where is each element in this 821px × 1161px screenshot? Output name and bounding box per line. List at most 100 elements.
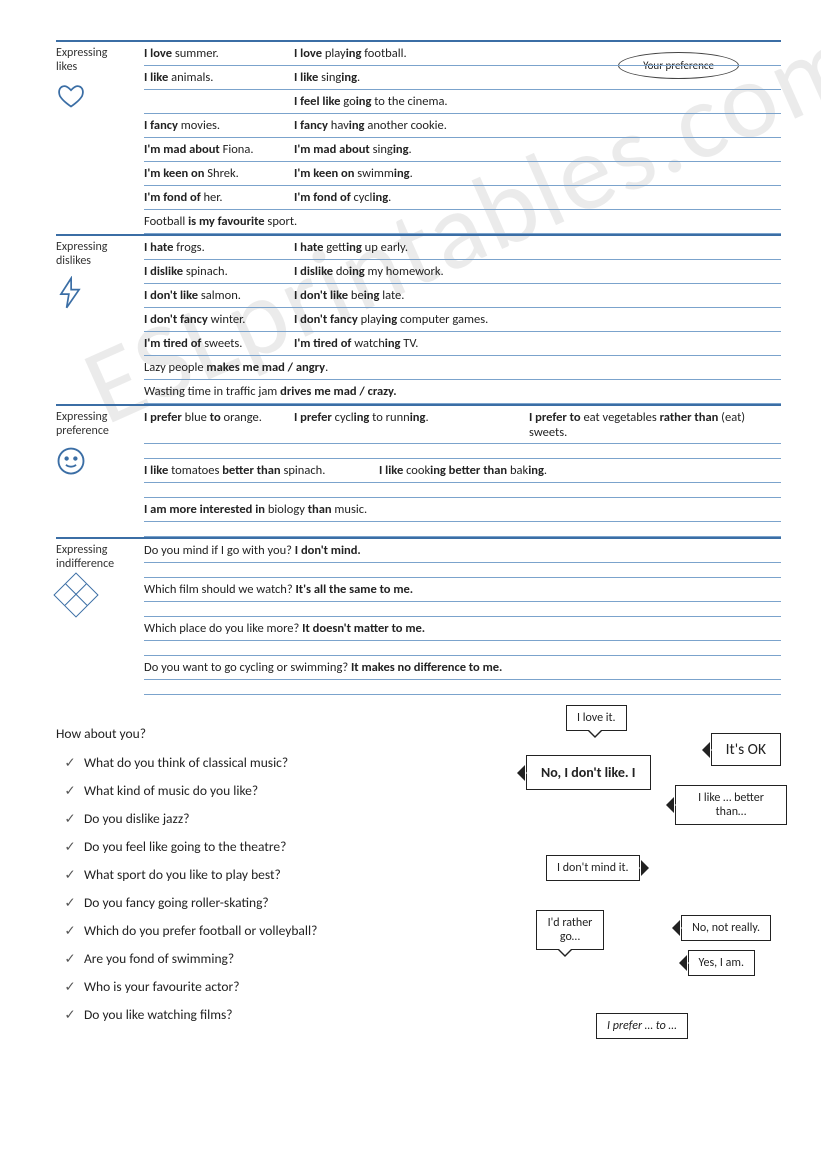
- text: I love: [294, 46, 325, 61]
- text: .: [409, 142, 412, 157]
- question-text: Who is your favourite actor?: [84, 978, 240, 995]
- section-label: Expressingindifference: [56, 539, 144, 695]
- list-item: ✓Which do you prefer football or volleyb…: [56, 922, 446, 939]
- table-row: I don't fancy winter.I don't fancy playi…: [144, 308, 781, 332]
- text: .: [357, 70, 360, 85]
- text: ing: [394, 166, 410, 181]
- text: up early.: [362, 240, 408, 255]
- question-text: What sport do you like to play best?: [84, 866, 281, 883]
- table-row: I feel like going to the cinema.: [144, 90, 781, 114]
- text: It doesn't matter to me.: [302, 621, 425, 636]
- text: I'm fond of: [294, 190, 353, 205]
- list-item: ✓What sport do you like to play best?: [56, 866, 446, 883]
- text: go: [343, 94, 355, 109]
- table-row: I fancy movies.I fancy having another co…: [144, 114, 781, 138]
- table-cell: I love playing football.: [294, 46, 781, 62]
- table-row: Which film should we watch? It's all the…: [144, 578, 781, 602]
- text: I don't like: [144, 288, 201, 303]
- text: computer games.: [397, 312, 488, 327]
- text: cycl: [335, 410, 354, 425]
- table-row: Do you want to go cycling or swimming? I…: [144, 656, 781, 680]
- text: ing: [349, 264, 365, 279]
- list-item: ✓What kind of music do you like?: [56, 782, 446, 799]
- text: cycl: [353, 190, 372, 205]
- text: gett: [326, 240, 346, 255]
- table-row: Football is my favourite sport.: [144, 210, 781, 234]
- gap-row: [144, 444, 781, 459]
- check-icon: ✓: [56, 866, 84, 883]
- text: winter.: [211, 312, 246, 327]
- text: movies.: [181, 118, 220, 133]
- table-row: I love summer. I love playing football.: [144, 42, 781, 66]
- text: I'm mad about: [294, 142, 373, 157]
- text: Shrek.: [207, 166, 239, 181]
- bubble-its-ok: It's OK: [711, 733, 781, 766]
- question-text: Do you like watching films?: [84, 1006, 233, 1023]
- list-item: ✓Do you feel like going to the theatre?: [56, 838, 446, 855]
- text: I like: [144, 463, 171, 478]
- text: makes me mad / angry: [206, 360, 325, 375]
- text: I fancy: [294, 118, 331, 133]
- table-cell: I hate frogs.: [144, 240, 294, 256]
- check-icon: ✓: [56, 782, 84, 799]
- text: Do you want to go cycling or swimming?: [144, 660, 351, 675]
- section: ExpressingdislikesI hate frogs.I hate ge…: [56, 234, 781, 404]
- text: I'm fond of: [144, 190, 203, 205]
- text: I don't fancy: [144, 312, 211, 327]
- list-item: ✓Are you fond of swimming?: [56, 950, 446, 967]
- check-icon: ✓: [56, 950, 84, 967]
- text: than: [308, 502, 332, 517]
- text: I feel like: [294, 94, 343, 109]
- text: to: [210, 410, 221, 425]
- text: football.: [361, 46, 406, 61]
- question-text: Do you fancy going roller-skating?: [84, 894, 269, 911]
- text: I like: [294, 70, 321, 85]
- table-cell: I'm mad about singing.: [294, 142, 781, 158]
- section-label: Expressingpreference: [56, 406, 144, 537]
- text: to the cinema.: [371, 94, 447, 109]
- text: .: [425, 410, 428, 425]
- text: swimm: [357, 166, 394, 181]
- table-row: I prefer blue to orange.I prefer cycling…: [144, 406, 781, 444]
- table-cell: I like animals.: [144, 70, 294, 86]
- questions-title: How about you?: [56, 725, 446, 742]
- text: I'm mad about: [144, 142, 223, 157]
- text: better than: [222, 463, 280, 478]
- text: orange.: [221, 410, 262, 425]
- table-cell: I like cooking better than baking.: [379, 463, 781, 479]
- questions-area: How about you? ✓What do you think of cla…: [56, 725, 781, 1034]
- table-row: Do you mind if I go with you? I don't mi…: [144, 539, 781, 563]
- text: Fiona.: [223, 142, 254, 157]
- table-cell: I'm fond of cycling.: [294, 190, 781, 206]
- table-cell: I dislike doing my homework.: [294, 264, 781, 280]
- text: .: [388, 190, 391, 205]
- list-item: ✓Who is your favourite actor?: [56, 978, 446, 995]
- text: frogs.: [176, 240, 205, 255]
- text: Which film should we watch?: [144, 582, 295, 597]
- table-cell: I don't fancy winter.: [144, 312, 294, 328]
- text: ing: [356, 94, 372, 109]
- table-cell: I don't like salmon.: [144, 288, 294, 304]
- text: I don't mind.: [295, 543, 361, 558]
- table-cell: I don't fancy playing computer games.: [294, 312, 781, 328]
- text: be: [351, 288, 364, 303]
- table-cell: I fancy having another cookie.: [294, 118, 781, 134]
- table-cell: I am more interested in biology than mus…: [144, 502, 781, 518]
- text: I like: [379, 463, 406, 478]
- table-cell: I prefer to eat vegetables rather than (…: [529, 410, 781, 440]
- text: my homework.: [365, 264, 444, 279]
- table-cell: I prefer blue to orange.: [144, 410, 294, 440]
- table-cell: [144, 94, 294, 110]
- text: sweets.: [204, 336, 242, 351]
- text: ing: [528, 463, 544, 478]
- text: summer.: [175, 46, 219, 61]
- bolt-icon: [56, 276, 144, 310]
- gap-row: [144, 563, 781, 578]
- table-cell: I fancy movies.: [144, 118, 294, 134]
- text: .: [544, 463, 547, 478]
- text: Wasting time in traffic jam: [144, 384, 280, 399]
- table-cell: I like tomatoes better than spinach.: [144, 463, 379, 479]
- table-row: I'm fond of her.I'm fond of cycling.: [144, 186, 781, 210]
- question-text: What do you think of classical music?: [84, 754, 288, 771]
- text: is my favourite: [188, 214, 265, 229]
